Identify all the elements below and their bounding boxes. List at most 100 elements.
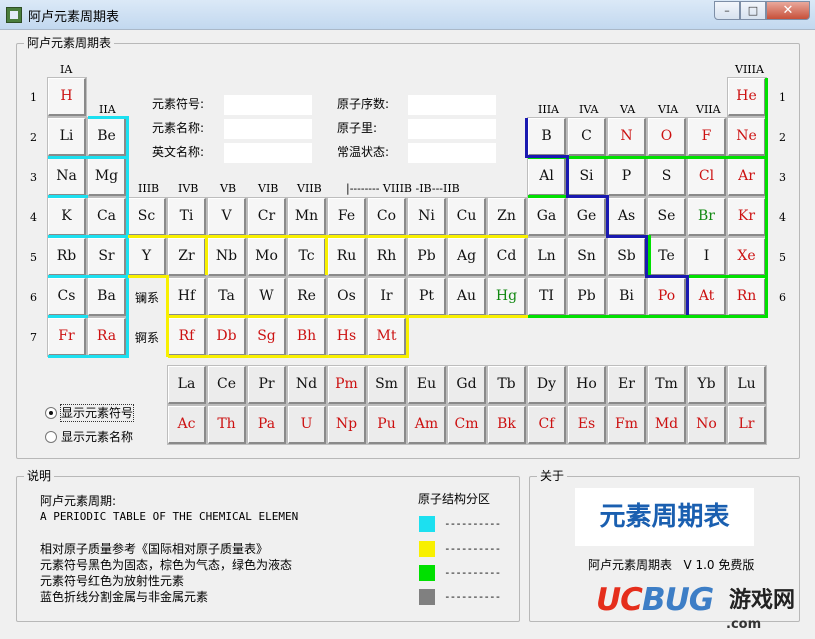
element-pb[interactable]: Pb <box>407 237 447 277</box>
element-be[interactable]: Be <box>87 117 127 157</box>
english-name-field[interactable] <box>224 143 312 163</box>
element-hf[interactable]: Hf <box>167 277 207 317</box>
show-name-label[interactable]: 显示元素名称 <box>61 429 133 445</box>
show-symbol-radio[interactable] <box>45 407 57 419</box>
element-tc[interactable]: Tc <box>287 237 327 277</box>
element-se[interactable]: Se <box>647 197 687 237</box>
lanthanide-ho[interactable]: Ho <box>567 365 607 405</box>
element-zr[interactable]: Zr <box>167 237 207 277</box>
element-ni[interactable]: Ni <box>407 197 447 237</box>
lanthanide-nd[interactable]: Nd <box>287 365 327 405</box>
lanthanide-pr[interactable]: Pr <box>247 365 287 405</box>
element-re[interactable]: Re <box>287 277 327 317</box>
actinide-no[interactable]: No <box>687 405 727 445</box>
symbol-field[interactable] <box>224 95 312 115</box>
element-i[interactable]: I <box>687 237 727 277</box>
actinide-es[interactable]: Es <box>567 405 607 445</box>
lanthanide-tb[interactable]: Tb <box>487 365 527 405</box>
element-rn[interactable]: Rn <box>727 277 767 317</box>
lanthanide-tm[interactable]: Tm <box>647 365 687 405</box>
element-mo[interactable]: Mo <box>247 237 287 277</box>
title-bar[interactable]: 阿卢元素周期表 – □ ✕ <box>0 0 815 30</box>
element-mn[interactable]: Mn <box>287 197 327 237</box>
element-hg[interactable]: Hg <box>487 277 527 317</box>
element-cd[interactable]: Cd <box>487 237 527 277</box>
element-n[interactable]: N <box>607 117 647 157</box>
lanthanide-gd[interactable]: Gd <box>447 365 487 405</box>
minimize-button[interactable]: – <box>714 1 740 20</box>
element-te[interactable]: Te <box>647 237 687 277</box>
element-hs[interactable]: Hs <box>327 317 367 357</box>
lanthanide-sm[interactable]: Sm <box>367 365 407 405</box>
element-k[interactable]: K <box>47 197 87 237</box>
actinide-np[interactable]: Np <box>327 405 367 445</box>
element-cr[interactable]: Cr <box>247 197 287 237</box>
element-po[interactable]: Po <box>647 277 687 317</box>
element-ti[interactable]: TI <box>527 277 567 317</box>
element-mg[interactable]: Mg <box>87 157 127 197</box>
element-rf[interactable]: Rf <box>167 317 207 357</box>
element-li[interactable]: Li <box>47 117 87 157</box>
element-cl[interactable]: Cl <box>687 157 727 197</box>
element-ti[interactable]: Ti <box>167 197 207 237</box>
element-sr[interactable]: Sr <box>87 237 127 277</box>
element-ne[interactable]: Ne <box>727 117 767 157</box>
element-ar[interactable]: Ar <box>727 157 767 197</box>
element-ir[interactable]: Ir <box>367 277 407 317</box>
element-sg[interactable]: Sg <box>247 317 287 357</box>
element-os[interactable]: Os <box>327 277 367 317</box>
element-fe[interactable]: Fe <box>327 197 367 237</box>
element-cs[interactable]: Cs <box>47 277 87 317</box>
element-na[interactable]: Na <box>47 157 87 197</box>
element-he[interactable]: He <box>727 77 767 117</box>
element-ln[interactable]: Ln <box>527 237 567 277</box>
element-cu[interactable]: Cu <box>447 197 487 237</box>
element-c[interactable]: C <box>567 117 607 157</box>
element-au[interactable]: Au <box>447 277 487 317</box>
actinide-bk[interactable]: Bk <box>487 405 527 445</box>
lanthanide-lu[interactable]: Lu <box>727 365 767 405</box>
element-kr[interactable]: Kr <box>727 197 767 237</box>
element-co[interactable]: Co <box>367 197 407 237</box>
actinide-u[interactable]: U <box>287 405 327 445</box>
actinide-fm[interactable]: Fm <box>607 405 647 445</box>
element-at[interactable]: At <box>687 277 727 317</box>
actinide-pa[interactable]: Pa <box>247 405 287 445</box>
element-bi[interactable]: Bi <box>607 277 647 317</box>
element-s[interactable]: S <box>647 157 687 197</box>
element-ba[interactable]: Ba <box>87 277 127 317</box>
element-o[interactable]: O <box>647 117 687 157</box>
actinide-am[interactable]: Am <box>407 405 447 445</box>
element-ag[interactable]: Ag <box>447 237 487 277</box>
element-b[interactable]: B <box>527 117 567 157</box>
actinide-md[interactable]: Md <box>647 405 687 445</box>
element-ca[interactable]: Ca <box>87 197 127 237</box>
atomic-mass-field[interactable] <box>408 119 496 139</box>
lanthanide-dy[interactable]: Dy <box>527 365 567 405</box>
element-ga[interactable]: Ga <box>527 197 567 237</box>
element-v[interactable]: V <box>207 197 247 237</box>
element-sn[interactable]: Sn <box>567 237 607 277</box>
element-rh[interactable]: Rh <box>367 237 407 277</box>
element-p[interactable]: P <box>607 157 647 197</box>
element-bh[interactable]: Bh <box>287 317 327 357</box>
element-sc[interactable]: Sc <box>127 197 167 237</box>
element-f[interactable]: F <box>687 117 727 157</box>
element-ru[interactable]: Ru <box>327 237 367 277</box>
element-rb[interactable]: Rb <box>47 237 87 277</box>
lanthanide-eu[interactable]: Eu <box>407 365 447 405</box>
element-al[interactable]: Al <box>527 157 567 197</box>
element-h[interactable]: H <box>47 77 87 117</box>
element-zn[interactable]: Zn <box>487 197 527 237</box>
element-y[interactable]: Y <box>127 237 167 277</box>
lanthanide-ce[interactable]: Ce <box>207 365 247 405</box>
actinide-ac[interactable]: Ac <box>167 405 207 445</box>
element-db[interactable]: Db <box>207 317 247 357</box>
lanthanide-la[interactable]: La <box>167 365 207 405</box>
element-mt[interactable]: Mt <box>367 317 407 357</box>
element-br[interactable]: Br <box>687 197 727 237</box>
actinide-lr[interactable]: Lr <box>727 405 767 445</box>
actinide-cm[interactable]: Cm <box>447 405 487 445</box>
maximize-button[interactable]: □ <box>740 1 766 20</box>
close-button[interactable]: ✕ <box>766 1 810 20</box>
